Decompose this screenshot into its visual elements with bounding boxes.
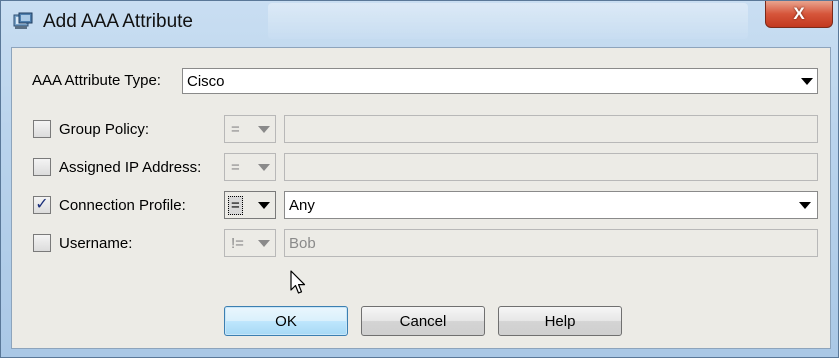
dialog-window: Add AAA Attribute X AAA Attribute Type: … [0,0,839,358]
chevron-down-icon [258,164,270,171]
mouse-pointer-icon [290,270,308,296]
chevron-down-icon [258,126,270,133]
dialog-body: AAA Attribute Type: Cisco Group Policy: … [11,47,831,349]
username-operator-select: != [224,229,276,257]
chevron-down-icon[interactable] [801,78,813,85]
chevron-down-icon[interactable] [258,202,270,209]
assigned-ip-operator: = [231,158,240,176]
close-button[interactable]: X [765,1,833,28]
help-button-label: Help [544,312,576,330]
assigned-ip-operator-select: = [224,153,276,181]
asdm-window-icon [13,12,33,30]
assigned-ip-value-field [284,153,818,181]
username-value: Bob [289,234,316,252]
assigned-ip-row: Assigned IP Address: = [32,153,822,181]
attribute-type-label: AAA Attribute Type: [32,72,161,89]
assigned-ip-label: Assigned IP Address: [59,159,202,176]
group-policy-operator: = [231,120,240,138]
group-policy-checkbox[interactable] [33,120,51,138]
checkmark-icon: ✓ [35,196,49,213]
chevron-down-icon[interactable] [799,202,811,209]
background-window-ghost [268,3,748,39]
connection-profile-row: ✓ Connection Profile: = Any [32,191,822,219]
username-value-field: Bob [284,229,818,257]
title-bar[interactable]: Add AAA Attribute X [1,1,838,41]
dialog-title: Add AAA Attribute [43,11,193,32]
username-checkbox[interactable] [33,234,51,252]
connection-profile-checkbox[interactable]: ✓ [33,196,51,214]
group-policy-row: Group Policy: = [32,115,822,143]
group-policy-value-field [284,115,818,143]
connection-profile-operator: = [228,195,243,215]
chevron-down-icon [258,240,270,247]
username-operator: != [231,234,244,252]
attribute-type-row: AAA Attribute Type: Cisco [32,68,822,94]
cancel-button-label: Cancel [399,312,447,330]
connection-profile-value: Any [289,196,315,214]
connection-profile-value-select[interactable]: Any [284,191,818,219]
group-policy-operator-select: = [224,115,276,143]
help-button[interactable]: Help [498,306,622,336]
ok-button[interactable]: OK [224,306,348,336]
username-row: Username: != Bob [32,229,822,257]
cancel-button[interactable]: Cancel [361,306,485,336]
assigned-ip-checkbox[interactable] [33,158,51,176]
connection-profile-label: Connection Profile: [59,197,186,214]
ok-button-label: OK [275,312,297,330]
group-policy-label: Group Policy: [59,121,150,138]
attribute-type-value: Cisco [187,72,225,90]
close-icon: X [793,4,805,23]
attribute-type-select[interactable]: Cisco [182,68,818,94]
connection-profile-operator-select[interactable]: = [224,191,276,219]
username-label: Username: [59,235,133,252]
